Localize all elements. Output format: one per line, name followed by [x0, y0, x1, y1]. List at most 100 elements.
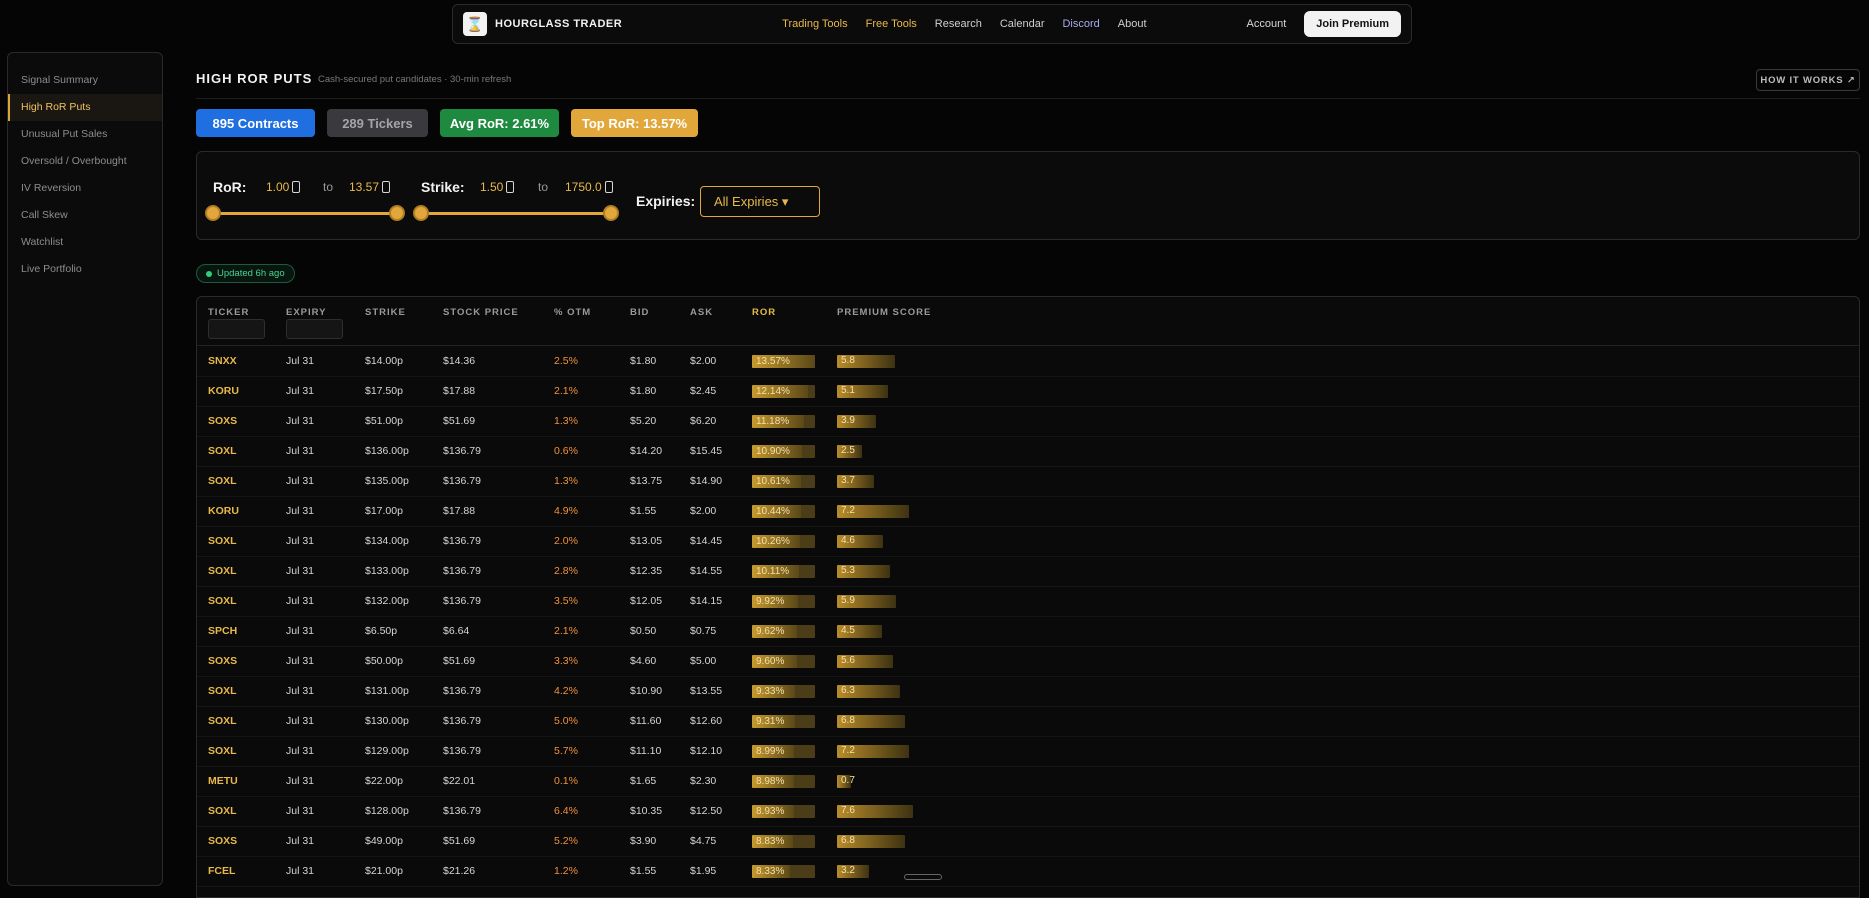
ror-min-input[interactable]: 1.00: [266, 177, 301, 197]
ticker-cell[interactable]: SOXS: [208, 415, 237, 427]
premium-score-cell: 5.6: [841, 655, 855, 666]
sidebar-item-watchlist[interactable]: Watchlist: [8, 229, 162, 256]
ticker-cell[interactable]: KORU: [208, 505, 239, 517]
spinner-icon[interactable]: [506, 181, 515, 193]
ror-bar: 9.31%: [752, 715, 815, 728]
table-row[interactable]: SOXL Jul 31 $128.00p $136.79 6.4% $10.35 $12.5…: [197, 797, 1859, 827]
table-row[interactable]: SOXL Jul 31 $132.00p $136.79 3.5% $12.05 $14.1…: [197, 587, 1859, 617]
table-row[interactable]: SOXL Jul 31 $136.00p $136.79 0.6% $14.20 $15.4…: [197, 437, 1859, 467]
sidebar-item-oversold-overbought[interactable]: Oversold / Overbought: [8, 148, 162, 175]
ticker-cell[interactable]: SOXL: [208, 535, 237, 547]
nav-link-about[interactable]: About: [1118, 18, 1147, 30]
column-header-expiry[interactable]: EXPIRY: [286, 307, 327, 318]
ticker-cell[interactable]: SOXL: [208, 745, 237, 757]
strike-slider-track[interactable]: [421, 212, 612, 215]
spinner-icon[interactable]: [382, 181, 391, 193]
ticker-cell[interactable]: KORU: [208, 385, 239, 397]
otm-cell: 2.1%: [554, 625, 578, 637]
strike-cell: $17.50p: [365, 385, 403, 397]
table-row[interactable]: KORU Jul 31 $17.50p $17.88 2.1% $1.80 $2.45 12.…: [197, 377, 1859, 407]
expiries-dropdown[interactable]: All Expiries ▾: [700, 186, 820, 217]
nav-link-free-tools[interactable]: Free Tools: [866, 18, 917, 30]
expiry-cell: Jul 31: [286, 535, 315, 547]
strike-slider-min-handle[interactable]: [413, 205, 429, 221]
bid-cell: $13.05: [630, 535, 663, 547]
column-header-ror[interactable]: ROR: [752, 307, 776, 318]
nav-link-calendar[interactable]: Calendar: [1000, 18, 1045, 30]
how-it-works-button[interactable]: HOW IT WORKS ↗: [1756, 69, 1860, 91]
ticker-cell[interactable]: SOXL: [208, 685, 237, 697]
bid-cell: $14.20: [630, 445, 663, 457]
ticker-cell[interactable]: SOXL: [208, 805, 237, 817]
ticker-cell[interactable]: SPCH: [208, 625, 237, 637]
table-row[interactable]: SPCH Jul 31 $6.50p $6.64 2.1% $0.50 $0.75 9.62%…: [197, 617, 1859, 647]
ticker-cell[interactable]: FCEL: [208, 865, 235, 877]
table-row[interactable]: SOXL Jul 31 $130.00p $136.79 5.0% $11.60 $12.6…: [197, 707, 1859, 737]
sidebar-item-iv-reversion[interactable]: IV Reversion: [8, 175, 162, 202]
sidebar-item-unusual-put-sales[interactable]: Unusual Put Sales: [8, 121, 162, 148]
ror-to-label: to: [323, 180, 334, 194]
ticker-cell[interactable]: SNXX: [208, 355, 237, 367]
column-header-bid[interactable]: BID: [630, 307, 649, 318]
column-header-strike[interactable]: STRIKE: [365, 307, 406, 318]
table-row[interactable]: SOXS Jul 31 $51.00p $51.69 1.3% $5.20 $6.20 11.…: [197, 407, 1859, 437]
ror-slider-max-handle[interactable]: [389, 205, 405, 221]
column-header-ticker[interactable]: TICKER: [208, 307, 249, 318]
expiry-filter-input[interactable]: [286, 319, 343, 339]
table-row[interactable]: SOXL Jul 31 $135.00p $136.79 1.3% $13.75 $14.9…: [197, 467, 1859, 497]
sidebar-item-high-ror-puts[interactable]: High RoR Puts: [8, 94, 162, 121]
premium-score-cell: 5.1: [841, 385, 855, 396]
ror-max-input[interactable]: 13.57: [349, 177, 391, 197]
account-link[interactable]: Account: [1247, 18, 1287, 30]
table-row[interactable]: KORU Jul 31 $17.00p $17.88 4.9% $1.55 $2.00 10.…: [197, 497, 1859, 527]
otm-cell: 5.0%: [554, 715, 578, 727]
ticker-cell[interactable]: SOXL: [208, 475, 237, 487]
ticker-cell[interactable]: SOXL: [208, 565, 237, 577]
table-row[interactable]: SOXL Jul 31 $133.00p $136.79 2.8% $12.35 $14.5…: [197, 557, 1859, 587]
brand-name[interactable]: HOURGLASS TRADER: [495, 18, 622, 30]
strike-cell: $135.00p: [365, 475, 409, 487]
column-header-premium-score[interactable]: PREMIUM SCORE: [837, 307, 931, 318]
ror-cell: 8.33%: [756, 866, 785, 877]
spinner-icon[interactable]: [604, 181, 613, 193]
table-row[interactable]: SNXX Jul 31 $14.00p $14.36 2.5% $1.80 $2.00 13.…: [197, 347, 1859, 377]
ror-slider-min-handle[interactable]: [205, 205, 221, 221]
ticker-cell[interactable]: SOXL: [208, 445, 237, 457]
premium-score-cell: 7.6: [841, 805, 855, 816]
sidebar-item-call-skew[interactable]: Call Skew: [8, 202, 162, 229]
table-row[interactable]: METU Jul 31 $22.00p $22.01 0.1% $1.65 $2.30 8.9…: [197, 767, 1859, 797]
nav-link-trading-tools[interactable]: Trading Tools: [782, 18, 847, 30]
page-subtitle: Cash-secured put candidates · 30-min ref…: [318, 74, 512, 85]
nav-link-research[interactable]: Research: [935, 18, 982, 30]
strike-min-input[interactable]: 1.50: [480, 177, 515, 197]
table-row[interactable]: SOXL Jul 31 $129.00p $136.79 5.7% $11.10 $12.1…: [197, 737, 1859, 767]
hourglass-logo-icon[interactable]: ⌛: [463, 12, 487, 36]
stock-price-cell: $136.79: [443, 685, 481, 697]
stock-price-cell: $136.79: [443, 445, 481, 457]
ticker-cell[interactable]: SOXL: [208, 595, 237, 607]
spinner-icon[interactable]: [292, 181, 301, 193]
ticker-cell[interactable]: METU: [208, 775, 238, 787]
ror-slider-track[interactable]: [213, 212, 398, 215]
table-row[interactable]: SOXS Jul 31 $49.00p $51.69 5.2% $3.90 $4.75 8.8…: [197, 827, 1859, 857]
column-header-stock-price[interactable]: STOCK PRICE: [443, 307, 519, 318]
table-row[interactable]: SOXS Jul 31 $50.00p $51.69 3.3% $4.60 $5.00 9.6…: [197, 647, 1859, 677]
sidebar-item-live-portfolio[interactable]: Live Portfolio: [8, 256, 162, 283]
column-header-otm[interactable]: % OTM: [554, 307, 591, 318]
join-premium-button[interactable]: Join Premium: [1304, 11, 1401, 37]
table-row[interactable]: SOXL Jul 31 $134.00p $136.79 2.0% $13.05 $14.4…: [197, 527, 1859, 557]
strike-max-input[interactable]: 1750.0: [565, 177, 613, 197]
ticker-cell[interactable]: SOXS: [208, 835, 237, 847]
ticker-cell[interactable]: SOXS: [208, 655, 237, 667]
sidebar-item-signal-summary[interactable]: Signal Summary: [8, 67, 162, 94]
ticker-filter-input[interactable]: [208, 319, 265, 339]
tickers-count-badge: 289 Tickers: [327, 109, 428, 137]
ticker-cell[interactable]: SOXL: [208, 715, 237, 727]
table-row[interactable]: FCEL Jul 31 $21.00p $21.26 1.2% $1.55 $1.95 8.3…: [197, 857, 1859, 887]
nav-link-discord[interactable]: Discord: [1062, 18, 1099, 30]
strike-slider-max-handle[interactable]: [603, 205, 619, 221]
sidebar: Signal Summary High RoR Puts Unusual Put…: [7, 52, 163, 886]
horizontal-scrollbar[interactable]: [904, 874, 942, 880]
table-row[interactable]: SOXL Jul 31 $131.00p $136.79 4.2% $10.90 $13.5…: [197, 677, 1859, 707]
column-header-ask[interactable]: ASK: [690, 307, 713, 318]
